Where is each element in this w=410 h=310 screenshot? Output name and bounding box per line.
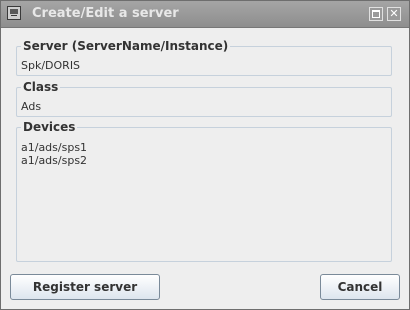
devices-label: Devices xyxy=(21,120,78,134)
server-field-group: Server (ServerName/Instance) Spk/DORIS xyxy=(16,39,392,76)
server-name-value[interactable]: Spk/DORIS xyxy=(21,59,80,72)
devices-field-group: Devices a1/ads/sps1 a1/ads/sps2 xyxy=(16,120,392,262)
close-icon[interactable]: ✕ xyxy=(387,7,401,21)
class-label: Class xyxy=(21,80,61,94)
class-value[interactable]: Ads xyxy=(21,100,41,113)
window-title: Create/Edit a server xyxy=(32,6,179,21)
server-label: Server (ServerName/Instance) xyxy=(21,39,231,53)
device-item[interactable]: a1/ads/sps2 xyxy=(21,154,87,167)
maximize-icon[interactable] xyxy=(369,7,383,21)
class-field-group: Class Ads xyxy=(16,80,392,117)
title-bar[interactable]: Create/Edit a server ✕ xyxy=(1,1,409,28)
register-server-button[interactable]: Register server xyxy=(10,274,160,300)
cancel-button[interactable]: Cancel xyxy=(320,274,400,300)
device-item[interactable]: a1/ads/sps1 xyxy=(21,141,87,154)
dialog-window: Create/Edit a server ✕ Server (ServerNam… xyxy=(0,0,410,310)
app-icon xyxy=(7,6,21,20)
